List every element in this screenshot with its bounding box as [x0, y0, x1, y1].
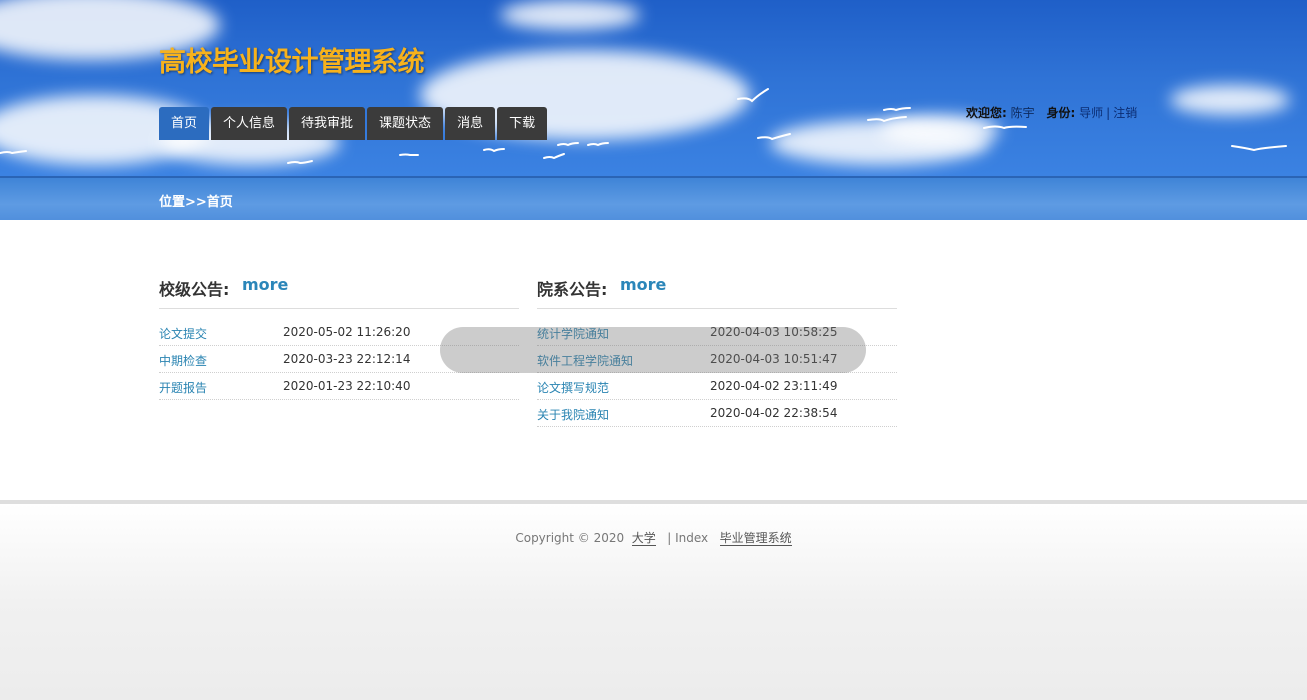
notice-time: 2020-04-02 22:38:54 [710, 406, 838, 420]
school-notices-header: 校级公告: more [159, 275, 519, 309]
list-item: 开题报告 2020-01-23 22:10:40 [159, 373, 519, 400]
welcome-label: 欢迎您: [966, 106, 1007, 120]
notice-time: 2020-01-23 22:10:40 [283, 379, 411, 393]
notice-time: 2020-04-02 23:11:49 [710, 379, 838, 393]
dept-notices-more-link[interactable]: more [620, 275, 666, 294]
separator: | [1106, 106, 1111, 120]
user-info: 欢迎您: 陈宇 身份: 导师 | 注销 [966, 104, 1137, 121]
footer-copyright: Copyright © 2020 [515, 531, 625, 545]
nav-item-pending-approval[interactable]: 待我审批 [289, 107, 366, 140]
site-title: 高校毕业设计管理系统 [159, 47, 425, 78]
main-nav: 首页 个人信息 待我审批 课题状态 消息 下载 [159, 107, 549, 140]
nav-item-home[interactable]: 首页 [159, 107, 210, 140]
nav-item-messages[interactable]: 消息 [445, 107, 496, 140]
birds-decoration [0, 88, 1287, 165]
notice-title-link[interactable]: 关于我院通知 [537, 406, 609, 423]
list-item: 关于我院通知 2020-04-02 22:38:54 [537, 400, 897, 427]
role-label: 身份: [1046, 106, 1076, 120]
dept-notices-header: 院系公告: more [537, 275, 897, 309]
notice-time: 2020-05-02 11:26:20 [283, 325, 411, 339]
user-name: 陈宇 [1010, 106, 1035, 120]
notice-time: 2020-03-23 22:12:14 [283, 352, 411, 366]
footer-school-link[interactable]: 大学 [631, 531, 656, 546]
school-notices-more-link[interactable]: more [242, 275, 288, 294]
header-banner: 高校毕业设计管理系统 首页 个人信息 待我审批 课题状态 消息 下载 欢迎您: … [0, 0, 1307, 176]
footer: Copyright © 2020 大学 | Index 毕业管理系统 [0, 504, 1307, 700]
overlay-pill [440, 327, 866, 373]
footer-system-link[interactable]: 毕业管理系统 [719, 531, 792, 546]
notice-title-link[interactable]: 论文撰写规范 [537, 379, 609, 396]
footer-text: Copyright © 2020 大学 | Index 毕业管理系统 [0, 529, 1307, 546]
notice-title-link[interactable]: 论文提交 [159, 325, 207, 342]
nav-item-download[interactable]: 下载 [497, 107, 548, 140]
school-notices-title: 校级公告: [159, 280, 230, 299]
notice-title-link[interactable]: 开题报告 [159, 379, 207, 396]
role-link[interactable]: 导师 [1079, 106, 1103, 120]
breadcrumb: 位置>>首页 [159, 195, 233, 210]
footer-index: | Index [667, 531, 709, 545]
notice-title-link[interactable]: 中期检查 [159, 352, 207, 369]
nav-item-topic-status[interactable]: 课题状态 [367, 107, 444, 140]
breadcrumb-bar: 位置>>首页 [0, 176, 1307, 222]
nav-item-profile[interactable]: 个人信息 [211, 107, 288, 140]
dept-notices-title: 院系公告: [537, 280, 608, 299]
logout-link[interactable]: 注销 [1113, 106, 1137, 120]
list-item: 论文撰写规范 2020-04-02 23:11:49 [537, 373, 897, 400]
